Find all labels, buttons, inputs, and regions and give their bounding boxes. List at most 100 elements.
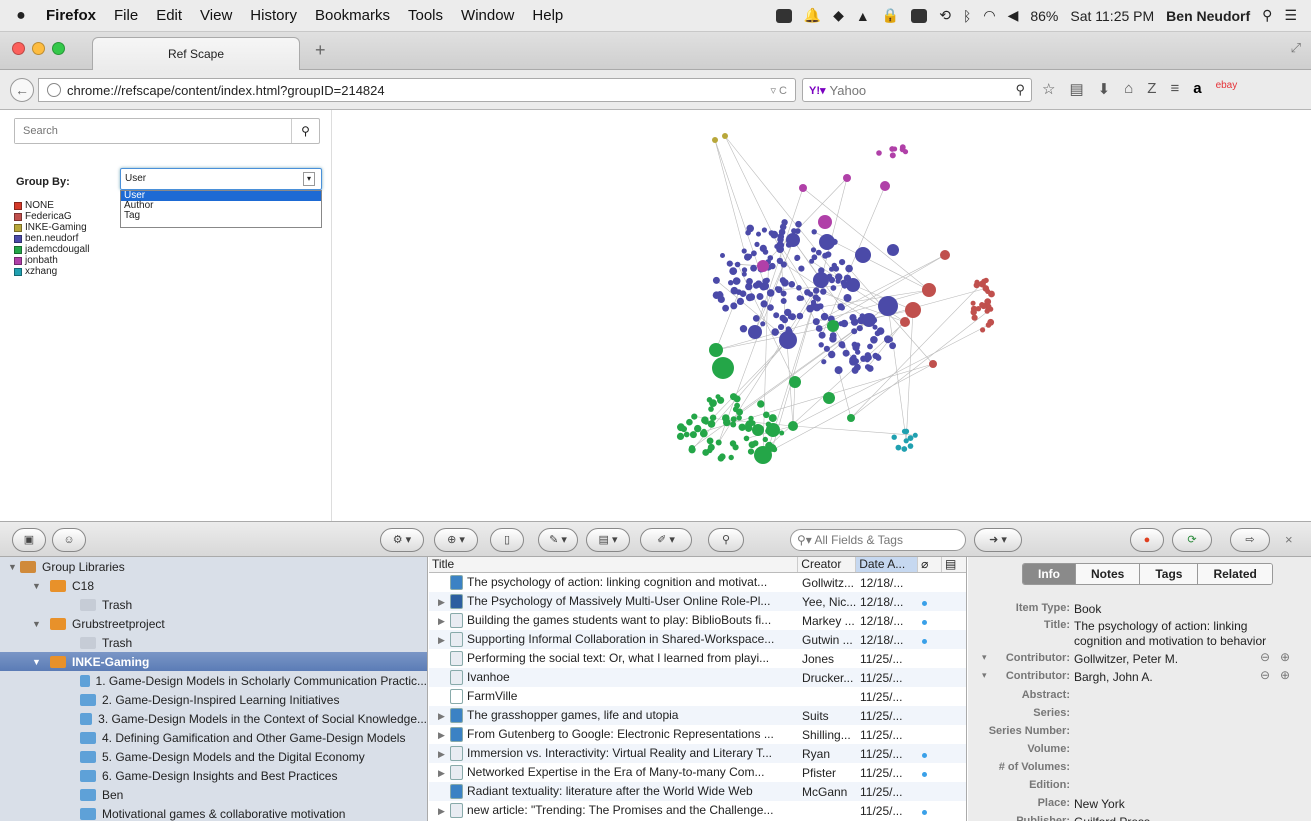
graph-node[interactable] xyxy=(745,282,753,291)
field-value[interactable]: The psychology of action: linking cognit… xyxy=(1074,619,1270,649)
field-value[interactable]: Book xyxy=(1074,602,1101,616)
collection-item[interactable]: 2. Game-Design-Inspired Learning Initiat… xyxy=(0,690,427,709)
legend-item[interactable]: FedericaG xyxy=(14,211,90,222)
tab-tags[interactable]: Tags xyxy=(1140,564,1199,584)
graph-node[interactable] xyxy=(795,220,802,228)
graph-node[interactable] xyxy=(862,313,876,327)
collection-item[interactable]: 5. Game-Design Models and the Digital Ec… xyxy=(0,747,427,766)
graph-node[interactable] xyxy=(767,255,774,261)
graph-node[interactable] xyxy=(874,330,881,337)
graph-node[interactable] xyxy=(855,247,871,263)
expand-triangle-icon[interactable]: ▶ xyxy=(432,597,450,608)
expand-triangle-icon[interactable]: ▶ xyxy=(432,616,450,627)
graph-node[interactable] xyxy=(712,357,734,379)
graph-node[interactable] xyxy=(799,184,807,192)
graph-node[interactable] xyxy=(831,262,837,269)
graph-node[interactable] xyxy=(851,354,857,360)
contributor-type-dropdown-icon[interactable]: ▾ xyxy=(982,652,987,663)
legend-item[interactable]: jademcdougall xyxy=(14,244,90,255)
legend-item[interactable]: ben.neudorf xyxy=(14,233,90,244)
graph-node[interactable] xyxy=(730,416,737,423)
chevron-down-icon[interactable]: ▾ xyxy=(303,172,315,186)
home-icon[interactable]: ⌂ xyxy=(1124,80,1133,98)
legend-item[interactable]: INKE-Gaming xyxy=(14,222,90,233)
item-row[interactable]: ▶ The Psychology of Massively Multi-User … xyxy=(429,592,966,611)
graph-node[interactable] xyxy=(796,285,802,291)
graph-node[interactable] xyxy=(922,283,936,297)
item-row[interactable]: ▶ Networked Expertise in the Era of Many-… xyxy=(429,763,966,782)
items-search-field[interactable]: ⚲▾ All Fields & Tags xyxy=(790,529,966,551)
graph-node[interactable] xyxy=(779,277,787,284)
fullscreen-zotero-button[interactable]: ⇨ xyxy=(1230,528,1270,552)
graph-node[interactable] xyxy=(763,411,770,419)
collection-item[interactable]: ▼ Grubstreetproject xyxy=(0,614,427,633)
graph-node[interactable] xyxy=(821,359,827,365)
expand-triangle-icon[interactable]: ▶ xyxy=(432,711,450,722)
graph-node[interactable] xyxy=(847,414,855,422)
remove-contributor-icon[interactable]: ⊖ xyxy=(1260,650,1270,664)
graph-node[interactable] xyxy=(981,278,987,284)
graph-node[interactable] xyxy=(706,437,714,445)
graph-node[interactable] xyxy=(709,399,717,407)
graph-node[interactable] xyxy=(770,230,779,239)
graph-node[interactable] xyxy=(720,253,725,258)
item-row[interactable]: Ivanhoe Drucker... 11/25/... xyxy=(429,668,966,687)
contributor-type-dropdown-icon[interactable]: ▾ xyxy=(982,670,987,681)
graph-node[interactable] xyxy=(813,272,829,288)
graph-node[interactable] xyxy=(818,215,832,229)
expand-triangle-icon[interactable]: ▶ xyxy=(432,635,450,646)
graph-node[interactable] xyxy=(815,249,822,256)
graph-node[interactable] xyxy=(734,261,741,268)
item-row[interactable]: ▶ From Gutenberg to Google: Electronic Re… xyxy=(429,725,966,744)
graph-node[interactable] xyxy=(761,227,767,233)
graph-node[interactable] xyxy=(691,413,698,420)
new-collection-button[interactable]: ▣ xyxy=(12,528,46,552)
disclosure-triangle-icon[interactable]: ▼ xyxy=(32,619,41,629)
bookmarks-list-icon[interactable]: ▤ xyxy=(1069,80,1083,98)
graph-node[interactable] xyxy=(834,366,843,375)
remove-contributor-icon[interactable]: ⊖ xyxy=(1260,668,1270,682)
graph-node[interactable] xyxy=(709,414,717,421)
disclosure-triangle-icon[interactable]: ▼ xyxy=(32,657,41,667)
graph-node[interactable] xyxy=(741,248,747,254)
graph-node[interactable] xyxy=(771,446,778,453)
graph-node[interactable] xyxy=(984,298,992,306)
graph-node[interactable] xyxy=(846,278,860,292)
attach-link-button[interactable]: ✐ ▾ xyxy=(640,528,692,552)
graph-node[interactable] xyxy=(810,299,817,306)
graph-node[interactable] xyxy=(689,431,697,439)
graph-node[interactable] xyxy=(988,290,995,298)
item-row[interactable]: ▶ Supporting Informal Collaboration in Sh… xyxy=(429,630,966,649)
graph-node[interactable] xyxy=(715,439,722,446)
graph-node[interactable] xyxy=(767,304,774,311)
attachment-dot-icon[interactable] xyxy=(922,619,927,625)
graph-node[interactable] xyxy=(736,415,742,421)
graph-node[interactable] xyxy=(738,423,746,431)
battery-box-icon[interactable] xyxy=(911,8,928,23)
graph-node[interactable] xyxy=(768,414,777,423)
sync-button[interactable]: ⟳ xyxy=(1172,528,1212,552)
menu-edit[interactable]: Edit xyxy=(156,7,182,24)
column-title[interactable]: Title xyxy=(429,557,799,572)
graph-node[interactable] xyxy=(717,396,725,404)
graph-node[interactable] xyxy=(730,286,739,295)
graph-node[interactable] xyxy=(812,318,820,326)
tab-info[interactable]: Info xyxy=(1023,564,1076,584)
collection-item[interactable]: 4. Defining Gamification and Other Game-… xyxy=(0,728,427,747)
graph-node[interactable] xyxy=(810,247,817,253)
graph-node[interactable] xyxy=(736,297,744,305)
graph-node[interactable] xyxy=(677,423,685,432)
disclosure-triangle-icon[interactable]: ▼ xyxy=(8,562,17,572)
graph-node[interactable] xyxy=(903,438,909,444)
graph-node[interactable] xyxy=(730,302,738,310)
graph-node[interactable] xyxy=(734,402,740,409)
graph-node[interactable] xyxy=(747,448,755,455)
collection-item[interactable]: 6. Game-Design Insights and Best Practic… xyxy=(0,766,427,785)
graph-node[interactable] xyxy=(973,282,980,289)
graph-node[interactable] xyxy=(971,314,978,321)
graph-node[interactable] xyxy=(849,314,857,322)
graph-node[interactable] xyxy=(759,244,767,252)
graph-node[interactable] xyxy=(683,431,690,438)
column-picker-icon[interactable]: ▤ xyxy=(942,557,966,572)
graph-node[interactable] xyxy=(745,293,754,302)
